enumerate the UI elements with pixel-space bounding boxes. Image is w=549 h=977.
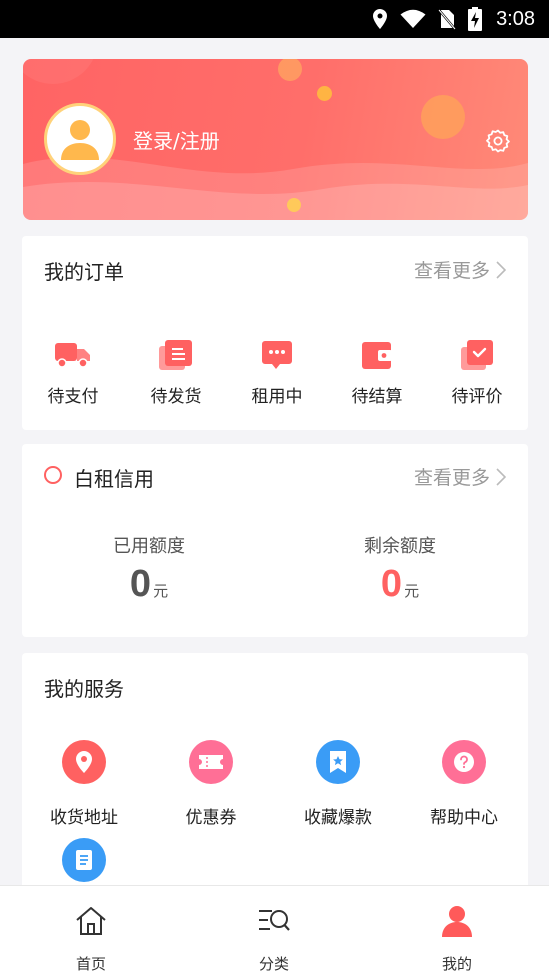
order-label: 待结算 — [351, 387, 403, 407]
services-title: 我的服务 — [44, 677, 124, 701]
decor-bubble — [421, 95, 465, 139]
chevron-right-icon — [496, 260, 506, 279]
more-label: 查看更多 — [413, 260, 490, 282]
credit-ring-icon — [44, 466, 62, 484]
check-stack-icon — [461, 340, 493, 370]
status-time: 3:08 — [496, 7, 535, 30]
wallet-icon — [362, 342, 392, 369]
remaining-credit-amount: 0 — [380, 563, 403, 605]
ticket-icon — [199, 755, 223, 769]
user-avatar-icon — [61, 120, 99, 160]
order-label: 待发货 — [150, 387, 202, 407]
nav-mine[interactable]: 我的 — [397, 886, 517, 974]
nav-label: 分类 — [258, 955, 289, 973]
service-help-center[interactable]: 帮助中心 — [404, 740, 524, 828]
orders-card: 我的订单 查看更多 待支付 待发货 租用中 待结算 待评价 — [22, 236, 528, 430]
credit-more-link[interactable]: 查看更多 — [414, 463, 506, 490]
order-label: 待支付 — [47, 387, 99, 407]
status-bar: 3:08 — [0, 0, 549, 38]
nav-home[interactable]: 首页 — [31, 886, 151, 974]
used-credit-label: 已用额度 — [113, 536, 185, 557]
more-label: 查看更多 — [413, 467, 490, 489]
used-credit-value: 0元 — [49, 563, 249, 606]
document-icon — [76, 850, 92, 870]
service-coupons[interactable]: 优惠券 — [151, 740, 271, 828]
orders-title: 我的订单 — [44, 260, 124, 284]
user-icon — [442, 906, 472, 937]
service-label: 收货地址 — [50, 808, 118, 828]
currency-unit: 元 — [153, 582, 169, 600]
avatar[interactable] — [44, 103, 116, 175]
service-document[interactable] — [24, 838, 144, 882]
currency-unit: 元 — [404, 582, 420, 600]
decor-bubble — [287, 198, 301, 212]
service-favorites[interactable]: 收藏爆款 — [278, 740, 398, 828]
wifi-icon — [400, 9, 426, 28]
service-label: 优惠券 — [185, 808, 237, 828]
service-label: 帮助中心 — [430, 808, 498, 828]
battery-charging-icon — [468, 7, 483, 31]
remaining-credit-value: 0元 — [300, 563, 500, 606]
bottom-nav: 首页 分类 我的 — [0, 885, 549, 977]
order-pending-review[interactable]: 待评价 — [432, 338, 522, 407]
location-icon — [373, 9, 388, 29]
gear-icon — [486, 129, 510, 153]
services-card: 我的服务 收货地址 优惠券 收藏爆款 帮助中心 — [22, 653, 528, 885]
login-register-link[interactable]: 登录/注册 — [133, 125, 220, 154]
bookmark-star-icon — [330, 751, 346, 773]
order-renting[interactable]: 租用中 — [232, 338, 322, 407]
remaining-credit-label: 剩余额度 — [364, 536, 436, 557]
credit-card: 白租信用 查看更多 已用额度 0元 剩余额度 0元 — [22, 444, 528, 637]
truck-icon — [55, 343, 90, 368]
chevron-right-icon — [496, 467, 506, 486]
chat-bubble-icon — [262, 341, 292, 369]
order-label: 租用中 — [251, 387, 303, 407]
order-pending-payment[interactable]: 待支付 — [28, 338, 118, 407]
location-pin-icon — [76, 751, 92, 773]
nav-label: 我的 — [441, 955, 472, 973]
help-icon — [454, 752, 474, 772]
category-search-icon — [259, 910, 290, 931]
service-label: 收藏爆款 — [304, 808, 372, 828]
orders-more-link[interactable]: 查看更多 — [414, 256, 506, 283]
order-label: 待评价 — [451, 387, 503, 407]
service-address[interactable]: 收货地址 — [24, 740, 144, 828]
used-credit-amount: 0 — [129, 563, 152, 605]
home-icon — [76, 907, 106, 935]
order-pending-settlement[interactable]: 待结算 — [332, 338, 422, 407]
credit-title: 白租信用 — [74, 467, 154, 491]
profile-header: 登录/注册 — [23, 59, 528, 220]
no-sim-icon — [438, 9, 456, 30]
document-stack-icon — [159, 340, 192, 370]
nav-label: 首页 — [75, 955, 106, 973]
order-pending-shipment[interactable]: 待发货 — [131, 338, 221, 407]
settings-button[interactable] — [485, 128, 511, 154]
decor-bubble — [317, 86, 332, 101]
nav-category[interactable]: 分类 — [214, 886, 334, 974]
